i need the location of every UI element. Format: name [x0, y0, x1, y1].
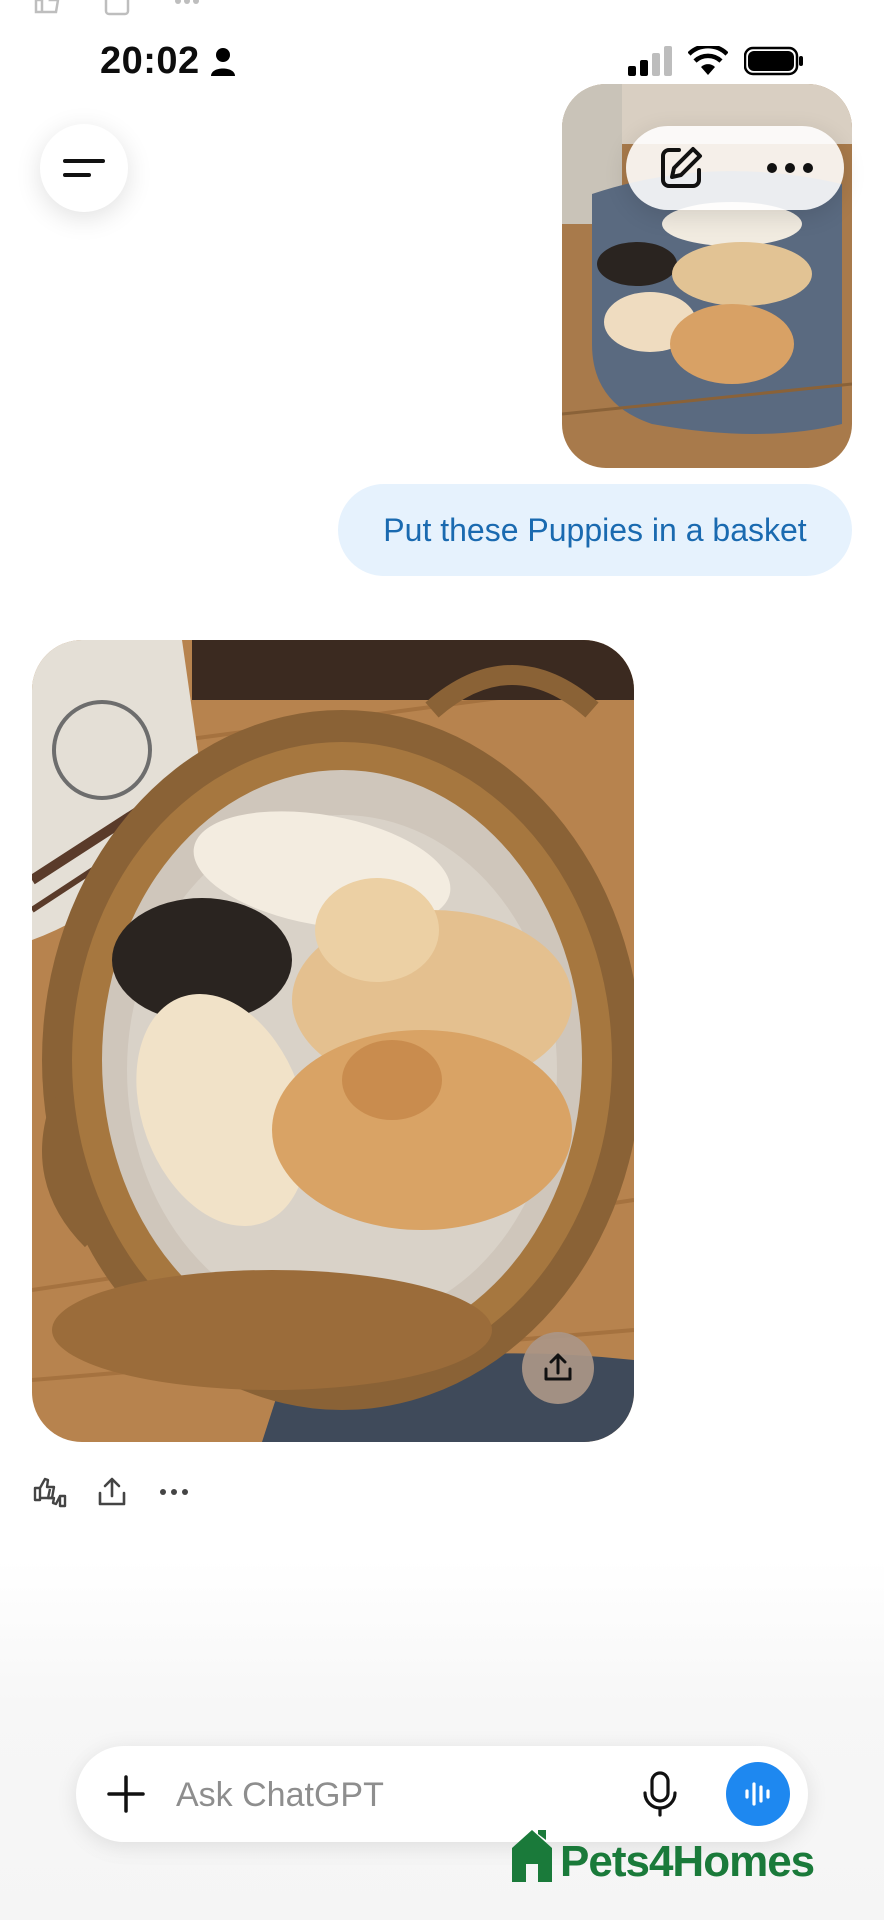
- voice-mode-button[interactable]: [726, 1762, 790, 1826]
- share-button[interactable]: [94, 1474, 130, 1510]
- user-message-bubble: Put these Puppies in a basket: [338, 484, 852, 576]
- new-chat-icon: [660, 147, 702, 188]
- plus-icon: [107, 1775, 145, 1813]
- scrolled-actions-ghost: [32, 0, 202, 16]
- thumbs-up-down-icon: [33, 1477, 67, 1508]
- new-chat-button[interactable]: [653, 140, 709, 196]
- more-icon: [175, 0, 199, 4]
- generated-image[interactable]: [32, 640, 634, 1442]
- share-icon: [544, 1353, 572, 1381]
- more-options-icon: [766, 163, 813, 173]
- pets4homes-logo-icon: [512, 1830, 552, 1882]
- dictation-button[interactable]: [636, 1770, 684, 1818]
- prompt-input[interactable]: [174, 1764, 578, 1826]
- share-icon: [104, 0, 130, 16]
- more-icon: [160, 1489, 188, 1495]
- share-icon: [98, 1477, 126, 1506]
- user-message-text: Put these Puppies in a basket: [383, 511, 807, 548]
- header-actions: [626, 126, 844, 210]
- person-icon: [210, 47, 235, 76]
- watermark-text: Pets4Homes: [560, 1837, 815, 1886]
- message-actions: [32, 1474, 192, 1510]
- image-share-button[interactable]: [522, 1332, 594, 1404]
- puppies-in-basket-image: [32, 640, 634, 1442]
- menu-icon: [63, 159, 105, 177]
- thumbs-icon: [34, 0, 60, 14]
- battery-icon: [744, 46, 803, 76]
- attach-button[interactable]: [102, 1770, 150, 1818]
- watermark: Pets4Homes: [508, 1826, 815, 1886]
- more-button[interactable]: [156, 1474, 192, 1510]
- wifi-icon: [688, 46, 728, 75]
- sidebar-menu-button[interactable]: [40, 124, 128, 212]
- status-time: 20:02: [100, 40, 236, 83]
- voice-mode-icon: [745, 1782, 770, 1806]
- clock: 20:02: [100, 40, 200, 82]
- cellular-signal-icon: [628, 46, 672, 76]
- microphone-icon: [643, 1771, 677, 1817]
- more-options-button[interactable]: [762, 140, 818, 196]
- feedback-button[interactable]: [32, 1474, 68, 1510]
- status-indicators: [628, 46, 804, 76]
